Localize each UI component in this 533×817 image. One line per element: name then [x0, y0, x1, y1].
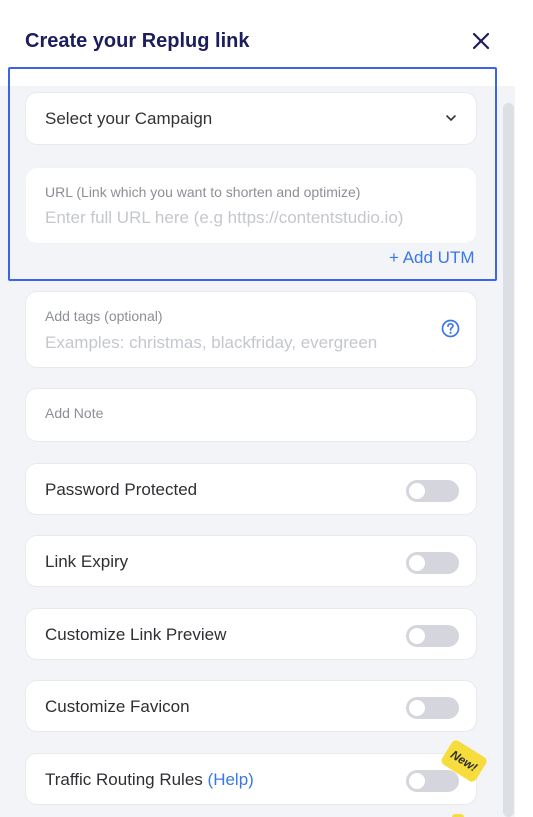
chevron-down-icon: [446, 115, 456, 121]
scrollbar-thumb[interactable]: [503, 103, 514, 817]
url-input[interactable]: [45, 208, 445, 228]
toggle-knob: [409, 628, 425, 644]
toggle-label: Password Protected: [45, 480, 198, 499]
campaign-select-value: Select your Campaign: [45, 109, 213, 128]
customize-link-preview-row: Customize Link Preview: [25, 608, 477, 660]
page-title: Create your Replug link: [25, 30, 250, 52]
help-link[interactable]: (Help): [208, 770, 254, 789]
customize-favicon-toggle[interactable]: [406, 697, 459, 719]
customize-link-preview-toggle[interactable]: [406, 625, 459, 647]
close-button[interactable]: [468, 28, 494, 54]
traffic-routing-label: Traffic Routing Rules: [45, 770, 203, 789]
url-field-label: URL (Link which you want to shorten and …: [45, 184, 361, 200]
toggle-knob: [409, 700, 425, 716]
link-expiry-toggle[interactable]: [406, 552, 459, 574]
link-expiry-row: Link Expiry: [25, 535, 477, 587]
panel-header: Create your Replug link: [0, 0, 515, 86]
password-protected-toggle[interactable]: [406, 480, 459, 502]
close-icon: [472, 32, 490, 50]
question-circle-icon[interactable]: [441, 319, 460, 338]
toggle-label: Link Expiry: [45, 552, 129, 571]
campaign-select[interactable]: Select your Campaign: [25, 92, 477, 145]
add-utm-link[interactable]: + Add UTM: [389, 248, 475, 268]
note-field[interactable]: Add Note: [25, 388, 477, 442]
tags-field-label: Add tags (optional): [45, 308, 163, 324]
create-link-panel: Create your Replug link Select your Camp…: [0, 0, 515, 817]
toggle-label: Traffic Routing Rules (Help): [45, 770, 254, 790]
toggle-label: Customize Link Preview: [45, 625, 227, 644]
toggle-label: Customize Favicon: [45, 697, 190, 716]
tags-field: Add tags (optional): [25, 291, 477, 368]
toggle-knob: [409, 555, 425, 571]
url-field: URL (Link which you want to shorten and …: [25, 167, 477, 244]
toggle-knob: [409, 773, 425, 789]
traffic-routing-rules-toggle[interactable]: [406, 770, 459, 792]
password-protected-row: Password Protected: [25, 463, 477, 515]
tags-input[interactable]: [45, 333, 425, 353]
traffic-routing-rules-row: Traffic Routing Rules (Help): [25, 753, 477, 805]
customize-favicon-row: Customize Favicon: [25, 680, 477, 732]
note-field-label: Add Note: [45, 405, 104, 421]
toggle-knob: [409, 483, 425, 499]
right-gutter: [515, 0, 533, 817]
